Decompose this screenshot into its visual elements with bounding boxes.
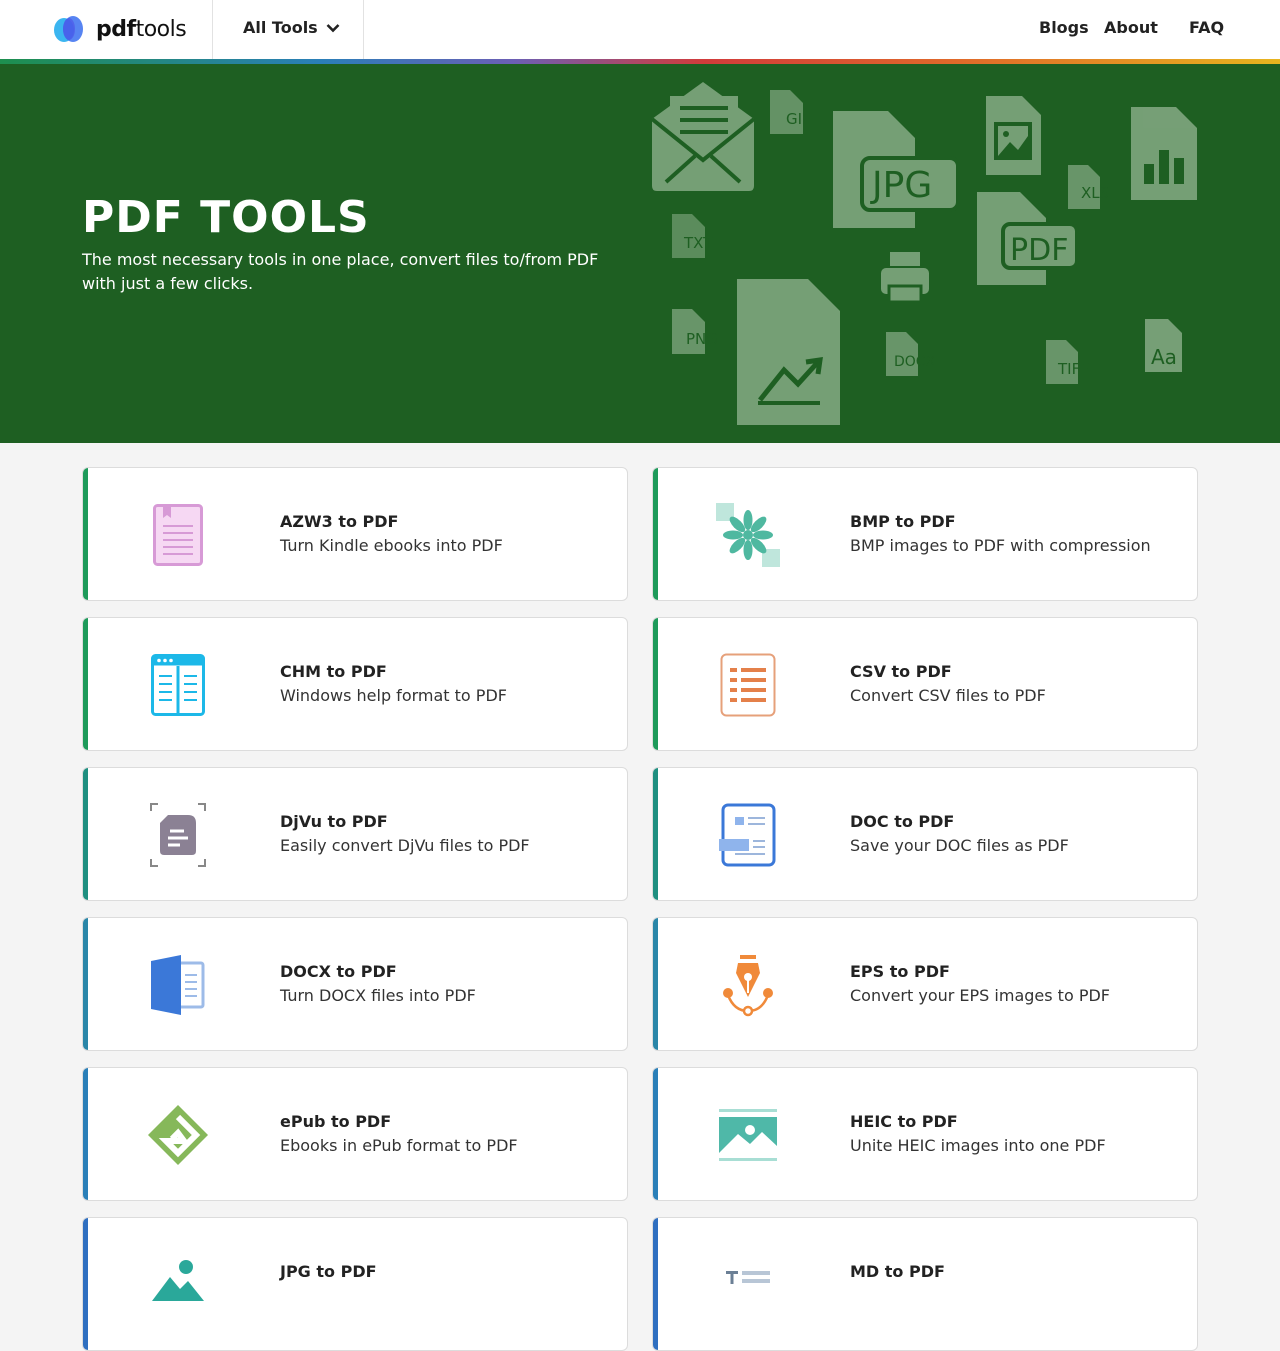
tool-desc: Ebooks in ePub format to PDF xyxy=(280,1136,518,1155)
card-accent xyxy=(653,1218,658,1350)
hero-subtitle: The most necessary tools in one place, c… xyxy=(82,250,599,293)
tool-card-md[interactable]: MD to PDF xyxy=(652,1217,1198,1351)
tool-title: CHM to PDF xyxy=(280,662,387,681)
tool-desc: Convert your EPS images to PDF xyxy=(850,986,1110,1005)
hero-title: PDF TOOLS xyxy=(82,192,370,243)
card-accent xyxy=(653,468,658,600)
tool-title: AZW3 to PDF xyxy=(280,512,399,531)
tool-desc: Turn DOCX files into PDF xyxy=(280,986,476,1005)
tool-title: BMP to PDF xyxy=(850,512,956,531)
tiff-badge: TIFF xyxy=(1057,360,1089,378)
docx-file-icon xyxy=(143,950,213,1020)
gif-badge: GIF xyxy=(786,110,811,128)
docx-badge: DOCX xyxy=(894,354,936,370)
logo-text: pdftools xyxy=(96,16,187,42)
tool-title: DOC to PDF xyxy=(850,812,955,831)
nav-blogs-link[interactable]: Blogs xyxy=(1039,18,1089,37)
card-accent xyxy=(653,768,658,900)
tool-card-doc[interactable]: DOC to PDF Save your DOC files as PDF xyxy=(652,767,1198,901)
chevron-down-icon xyxy=(326,23,340,32)
header-divider xyxy=(363,0,364,59)
chm-book-icon xyxy=(143,650,213,720)
epub-icon xyxy=(143,1100,213,1170)
tool-title: DOCX to PDF xyxy=(280,962,397,981)
card-accent xyxy=(83,1068,88,1200)
hero-banner: GIF JPG XLS TXT PDF PNG DOCX TIFF Aa PDF… xyxy=(0,64,1280,443)
csv-list-icon xyxy=(713,650,783,720)
site-logo[interactable]: pdftools xyxy=(52,13,187,45)
all-tools-label: All Tools xyxy=(243,18,318,37)
tool-card-jpg[interactable]: JPG to PDF xyxy=(82,1217,628,1351)
eps-pen-icon xyxy=(713,950,783,1020)
card-accent xyxy=(83,768,88,900)
xls-badge: XLS xyxy=(1081,184,1109,202)
card-accent xyxy=(83,468,88,600)
pdf-badge: PDF xyxy=(1010,233,1068,268)
envelope-icon xyxy=(650,82,756,191)
tool-card-eps[interactable]: EPS to PDF Convert your EPS images to PD… xyxy=(652,917,1198,1051)
card-accent xyxy=(83,1218,88,1350)
djvu-doc-icon xyxy=(143,800,213,870)
tool-desc: Convert CSV files to PDF xyxy=(850,686,1046,705)
card-accent xyxy=(653,618,658,750)
txt-badge: TXT xyxy=(683,234,713,252)
jpg-badge: JPG xyxy=(870,165,932,206)
tool-title: CSV to PDF xyxy=(850,662,952,681)
doc-file-icon xyxy=(713,800,783,870)
png-badge: PNG xyxy=(686,330,718,348)
tool-title: HEIC to PDF xyxy=(850,1112,958,1131)
font-badge: Aa xyxy=(1151,345,1177,369)
tool-card-chm[interactable]: CHM to PDF Windows help format to PDF xyxy=(82,617,628,751)
tool-desc: Easily convert DjVu files to PDF xyxy=(280,836,530,855)
card-accent xyxy=(653,918,658,1050)
tool-desc: Turn Kindle ebooks into PDF xyxy=(280,536,503,555)
nav-about-link[interactable]: About xyxy=(1104,18,1158,37)
tool-desc: Save your DOC files as PDF xyxy=(850,836,1069,855)
tool-card-heic[interactable]: HEIC to PDF Unite HEIC images into one P… xyxy=(652,1067,1198,1201)
tool-title: MD to PDF xyxy=(850,1262,945,1281)
logo-icon xyxy=(52,13,88,45)
nav-faq-link[interactable]: FAQ xyxy=(1189,18,1224,37)
card-accent xyxy=(653,1068,658,1200)
tool-card-azw3[interactable]: AZW3 to PDF Turn Kindle ebooks into PDF xyxy=(82,467,628,601)
markdown-text-icon xyxy=(713,1250,783,1320)
tool-card-docx[interactable]: DOCX to PDF Turn DOCX files into PDF xyxy=(82,917,628,1051)
bmp-flower-icon xyxy=(713,500,783,570)
tool-title: DjVu to PDF xyxy=(280,812,388,831)
tool-card-epub[interactable]: ePub to PDF Ebooks in ePub format to PDF xyxy=(82,1067,628,1201)
tool-card-csv[interactable]: CSV to PDF Convert CSV files to PDF xyxy=(652,617,1198,751)
tool-title: ePub to PDF xyxy=(280,1112,392,1131)
all-tools-dropdown[interactable]: All Tools xyxy=(243,18,340,37)
top-header: pdftools All Tools Blogs About FAQ xyxy=(0,0,1280,59)
tool-desc: Unite HEIC images into one PDF xyxy=(850,1136,1106,1155)
jpg-image-icon xyxy=(143,1250,213,1320)
tool-card-djvu[interactable]: DjVu to PDF Easily convert DjVu files to… xyxy=(82,767,628,901)
tool-card-bmp[interactable]: BMP to PDF BMP images to PDF with compre… xyxy=(652,467,1198,601)
header-divider xyxy=(212,0,213,59)
heic-image-icon xyxy=(713,1100,783,1170)
kindle-book-icon xyxy=(143,500,213,570)
printer-icon xyxy=(881,252,929,304)
tool-title: JPG to PDF xyxy=(280,1262,377,1281)
card-accent xyxy=(83,918,88,1050)
tool-title: EPS to PDF xyxy=(850,962,950,981)
tool-desc: Windows help format to PDF xyxy=(280,686,507,705)
card-accent xyxy=(83,618,88,750)
tool-desc: BMP images to PDF with compression xyxy=(850,536,1151,555)
